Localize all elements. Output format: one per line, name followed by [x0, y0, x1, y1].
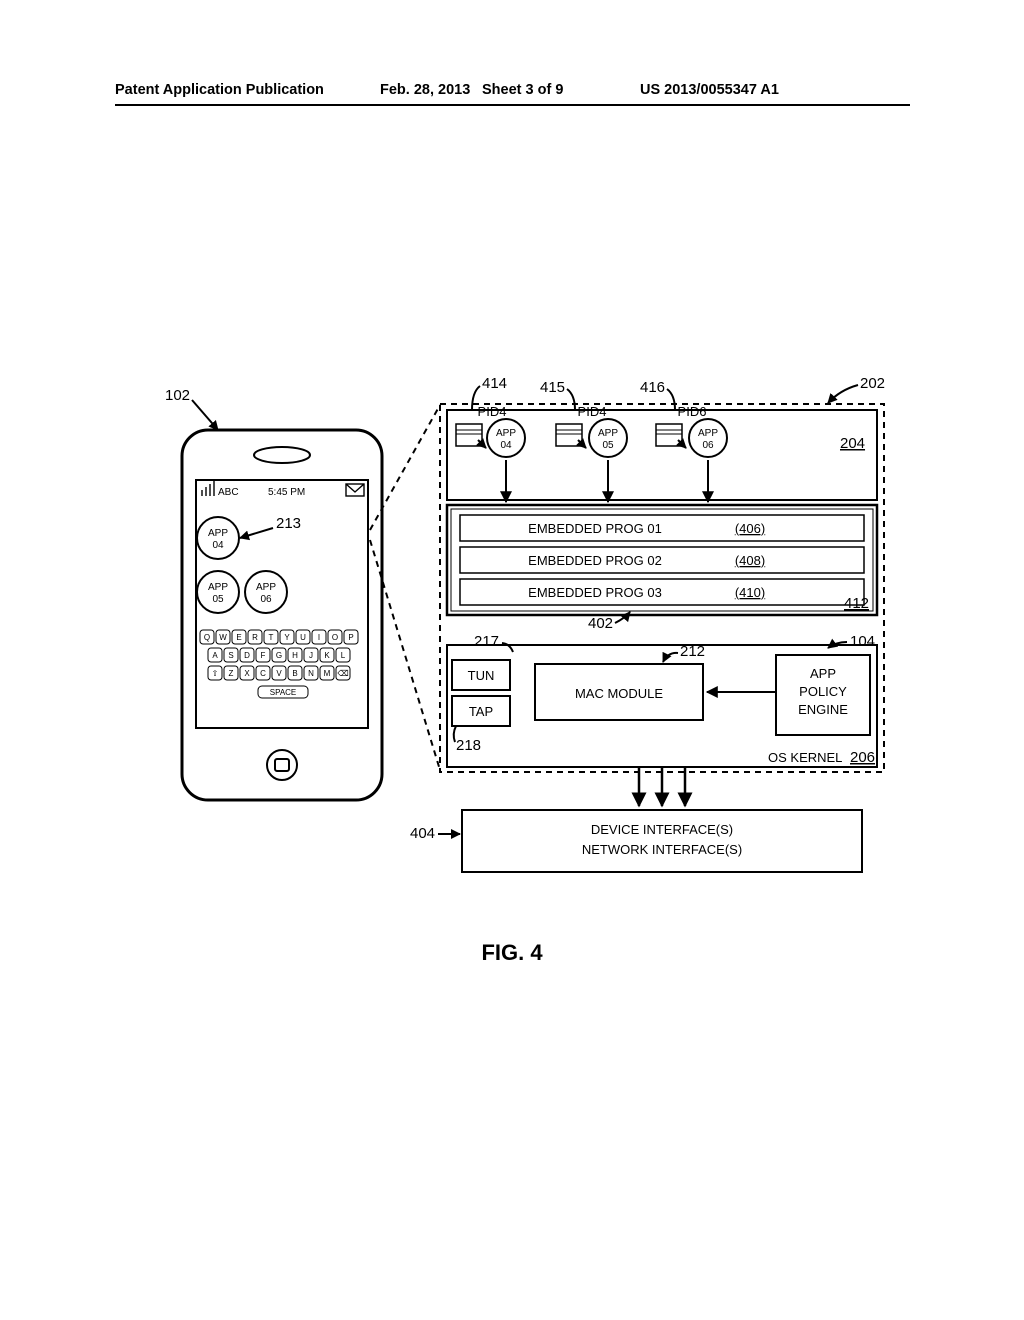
svg-text:Y: Y — [284, 633, 290, 642]
svg-text:K: K — [324, 651, 330, 660]
svg-text:04: 04 — [500, 440, 512, 451]
svg-text:M: M — [324, 669, 331, 678]
svg-text:06: 06 — [702, 440, 714, 451]
ref-204: 204 — [840, 435, 865, 452]
page-header: Patent Application Publication Feb. 28, … — [0, 82, 1024, 100]
svg-text:T: T — [269, 633, 274, 642]
page: Patent Application Publication Feb. 28, … — [0, 0, 1024, 1320]
header-separator — [115, 104, 910, 106]
phone-app04-label-2: 04 — [212, 540, 224, 551]
ref-202: 202 — [860, 375, 885, 392]
signal-icon — [202, 481, 214, 496]
svg-text:D: D — [244, 651, 250, 660]
kernel-label: OS KERNEL — [768, 750, 842, 765]
mail-icon — [346, 484, 364, 496]
header-pubno: US 2013/0055347 A1 — [640, 82, 779, 98]
app06-window-icon — [656, 424, 686, 448]
svg-text:H: H — [292, 651, 298, 660]
pid4a: PID4 — [478, 404, 507, 419]
ref-412: 412 — [844, 595, 869, 612]
dev1: DEVICE INTERFACE(S) — [591, 822, 733, 837]
engine3: ENGINE — [798, 702, 848, 717]
mac-module: MAC MODULE — [575, 686, 663, 701]
header-publication: Patent Application Publication — [115, 82, 324, 98]
ref-415: 415 — [540, 379, 565, 396]
svg-text:S: S — [228, 651, 233, 660]
ref-404: 404 — [410, 825, 435, 842]
svg-text:Q: Q — [204, 633, 210, 642]
time-label: 5:45 PM — [268, 487, 305, 498]
ref-102: 102 — [165, 387, 190, 404]
svg-text:U: U — [300, 633, 306, 642]
svg-text:B: B — [292, 669, 297, 678]
svg-text:⌫: ⌫ — [337, 669, 348, 678]
prog01-ref: (406) — [735, 521, 765, 536]
figure-label: FIG. 4 — [0, 940, 1024, 966]
svg-text:C: C — [260, 669, 266, 678]
engine1: APP — [810, 666, 836, 681]
prog03-ref: (410) — [735, 585, 765, 600]
tun: TUN — [468, 668, 495, 683]
ref-213: 213 — [276, 515, 301, 532]
svg-text:P: P — [348, 633, 353, 642]
ref-212: 212 — [680, 643, 705, 660]
prog03: EMBEDDED PROG 03 — [528, 585, 662, 600]
phone-app05-label-1: APP — [208, 582, 228, 593]
svg-text:I: I — [318, 633, 320, 642]
header-date: Feb. 28, 2013 — [380, 82, 470, 98]
svg-text:R: R — [252, 633, 258, 642]
ref-104: 104 — [850, 633, 875, 650]
ref-206: 206 — [850, 749, 875, 766]
svg-text:05: 05 — [602, 440, 614, 451]
svg-text:W: W — [219, 633, 227, 642]
ref-414: 414 — [482, 375, 507, 392]
pid6: PID6 — [678, 404, 707, 419]
engine2: POLICY — [799, 684, 847, 699]
tap: TAP — [469, 704, 493, 719]
svg-text:E: E — [236, 633, 241, 642]
svg-text:⇧: ⇧ — [212, 669, 219, 678]
svg-text:Z: Z — [229, 669, 234, 678]
phone-app06-label-1: APP — [256, 582, 276, 593]
svg-text:A: A — [212, 651, 218, 660]
ref-402: 402 — [588, 615, 613, 632]
svg-text:APP: APP — [698, 428, 718, 439]
svg-text:N: N — [308, 669, 314, 678]
phone-app04-label-1: APP — [208, 528, 228, 539]
app04-window-icon — [456, 424, 486, 448]
ref-218: 218 — [456, 737, 481, 754]
app05-window-icon — [556, 424, 586, 448]
keyboard: Q W E R T Y U I O P A — [200, 630, 358, 698]
carrier-label: ABC — [218, 487, 239, 498]
header-sheet: Sheet 3 of 9 — [482, 82, 563, 98]
phone-app06-label-2: 06 — [260, 594, 272, 605]
prog02-ref: (408) — [735, 553, 765, 568]
dev2: NETWORK INTERFACE(S) — [582, 842, 742, 857]
svg-text:X: X — [244, 669, 250, 678]
phone-app05-label-2: 05 — [212, 594, 224, 605]
svg-text:L: L — [341, 651, 346, 660]
prog02: EMBEDDED PROG 02 — [528, 553, 662, 568]
svg-text:G: G — [276, 651, 282, 660]
ref-416: 416 — [640, 379, 665, 396]
svg-text:O: O — [332, 633, 338, 642]
svg-text:APP: APP — [598, 428, 618, 439]
svg-text:F: F — [261, 651, 266, 660]
svg-text:V: V — [276, 669, 282, 678]
svg-text:APP: APP — [496, 428, 516, 439]
svg-text:J: J — [309, 651, 313, 660]
ref-217: 217 — [474, 633, 499, 650]
svg-text:SPACE: SPACE — [270, 688, 297, 697]
figure-diagram: 102 ABC 5:45 PM APP 04 213 APP — [140, 370, 900, 910]
pid4b: PID4 — [578, 404, 607, 419]
prog01: EMBEDDED PROG 01 — [528, 521, 662, 536]
